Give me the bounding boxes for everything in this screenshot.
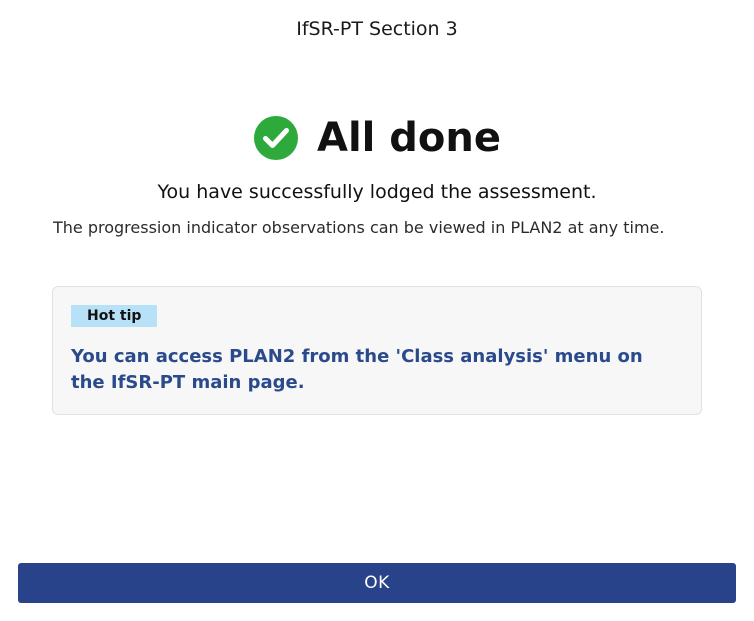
info-text: The progression indicator observations c… bbox=[53, 218, 665, 237]
status-heading: All done bbox=[316, 115, 502, 161]
hot-tip-panel: Hot tip You can access PLAN2 from the 'C… bbox=[52, 286, 702, 415]
status-header: All done bbox=[0, 112, 754, 164]
dialog-title: IfSR-PT Section 3 bbox=[296, 18, 458, 40]
completion-dialog: IfSR-PT Section 3 All done You have succ… bbox=[0, 0, 754, 621]
hot-tip-badge: Hot tip bbox=[71, 305, 158, 327]
ok-button[interactable]: OK bbox=[18, 563, 736, 603]
success-message: You have successfully lodged the assessm… bbox=[157, 181, 597, 203]
hot-tip-text: You can access PLAN2 from the 'Class ana… bbox=[71, 346, 643, 393]
check-circle-icon bbox=[253, 116, 298, 160]
